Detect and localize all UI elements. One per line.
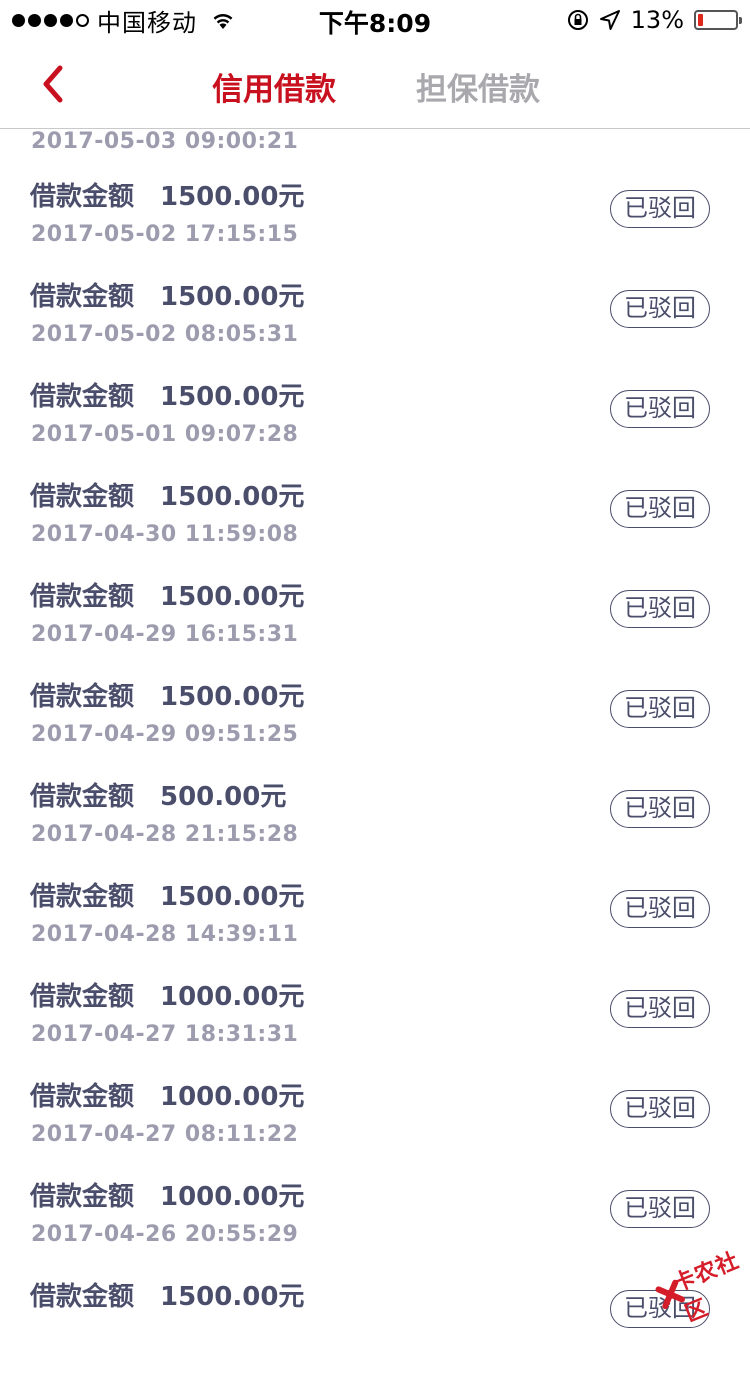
loan-amount-value: 500.00元 — [160, 782, 287, 812]
status-badge-rejected: 已驳回 — [610, 1190, 710, 1228]
loan-amount-label: 借款金额 — [30, 382, 135, 412]
loan-amount-value: 1500.00元 — [160, 582, 305, 612]
loan-amount-value: 1500.00元 — [160, 282, 305, 312]
loan-amount-value: 1500.00元 — [160, 182, 305, 212]
loan-amount-label: 借款金额 — [30, 182, 135, 212]
loan-record-date: 2017-04-30 11:59:08 — [31, 522, 299, 547]
status-badge-rejected: 已驳回 — [610, 290, 710, 328]
loan-amount-value: 1000.00元 — [160, 1082, 305, 1112]
loan-record-row[interactable]: 借款金额 1500.00元 2017-05-01 09:07:28 已驳回 — [0, 376, 750, 476]
loan-amount-label: 借款金额 — [30, 782, 135, 812]
status-badge-rejected: 已驳回 — [610, 690, 710, 728]
loan-record-date: 2017-04-29 09:51:25 — [31, 722, 299, 747]
status-bar: 中国移动 下午8:09 13% — [0, 0, 750, 40]
loan-amount-label: 借款金额 — [30, 1082, 135, 1112]
status-badge-rejected: 已驳回 — [610, 990, 710, 1028]
loan-amount-value: 1500.00元 — [160, 482, 305, 512]
loan-amount-value: 1500.00元 — [160, 682, 305, 712]
loan-record-date: 2017-04-28 21:15:28 — [31, 822, 299, 847]
loan-record-row[interactable]: 借款金额 500.00元 2017-04-28 21:15:28 已驳回 — [0, 776, 750, 876]
partial-record-date: 2017-05-03 09:00:21 — [31, 129, 299, 154]
loan-amount-value: 1500.00元 — [160, 1282, 305, 1312]
orientation-lock-icon — [567, 10, 588, 30]
loan-amount-value: 1000.00元 — [160, 1182, 305, 1212]
loan-record-date: 2017-04-27 08:11:22 — [31, 1122, 299, 1147]
battery-level-fill — [698, 14, 703, 26]
loan-amount-label: 借款金额 — [30, 582, 135, 612]
status-badge-rejected: 已驳回 — [610, 790, 710, 828]
loan-amount-label: 借款金额 — [30, 282, 135, 312]
loan-record-row[interactable]: 借款金额 1000.00元 2017-04-27 08:11:22 已驳回 — [0, 1076, 750, 1176]
back-chevron-icon[interactable] — [36, 62, 72, 106]
loan-record-row[interactable]: 借款金额 1500.00元 2017-04-30 11:59:08 已驳回 — [0, 476, 750, 576]
tab-credit-loan[interactable]: 信用借款 — [212, 64, 336, 109]
battery-icon — [694, 10, 742, 30]
loan-record-date: 2017-05-01 09:07:28 — [31, 422, 299, 447]
status-badge-rejected: 已驳回 — [610, 390, 710, 428]
tab-guaranteed-loan[interactable]: 担保借款 — [416, 64, 540, 109]
loan-amount-value: 1000.00元 — [160, 982, 305, 1012]
battery-percent: 13% — [630, 6, 684, 34]
loan-record-row[interactable]: 借款金额 1500.00元 2017-05-02 08:05:31 已驳回 — [0, 276, 750, 376]
loan-amount-value: 1500.00元 — [160, 882, 305, 912]
loan-record-date: 2017-04-27 18:31:31 — [31, 1022, 299, 1047]
status-right: 13% — [567, 6, 742, 34]
location-arrow-icon — [599, 10, 620, 30]
loan-amount-label: 借款金额 — [30, 982, 135, 1012]
loan-record-row[interactable]: 借款金额 1500.00元 2017-04-29 16:15:31 已驳回 — [0, 576, 750, 676]
loan-record-row[interactable]: 借款金额 1500.00元 已驳回 — [0, 1276, 750, 1376]
loan-record-date: 2017-04-29 16:15:31 — [31, 622, 299, 647]
loan-record-row[interactable]: 借款金额 1500.00元 2017-04-29 09:51:25 已驳回 — [0, 676, 750, 776]
status-badge-rejected: 已驳回 — [610, 590, 710, 628]
loan-record-row[interactable]: 借款金额 1000.00元 2017-04-27 18:31:31 已驳回 — [0, 976, 750, 1076]
loan-record-date: 2017-05-02 08:05:31 — [31, 322, 299, 347]
loan-amount-label: 借款金额 — [30, 1282, 135, 1312]
loan-record-row[interactable]: 借款金额 1500.00元 2017-04-28 14:39:11 已驳回 — [0, 876, 750, 976]
loan-record-row[interactable]: 借款金额 1500.00元 2017-05-02 17:15:15 已驳回 — [0, 176, 750, 276]
loan-record-date: 2017-04-28 14:39:11 — [31, 922, 299, 947]
status-badge-rejected: 已驳回 — [610, 1090, 710, 1128]
loan-amount-value: 1500.00元 — [160, 382, 305, 412]
loan-amount-label: 借款金额 — [30, 482, 135, 512]
loan-amount-label: 借款金额 — [30, 682, 135, 712]
status-badge-rejected: 已驳回 — [610, 190, 710, 228]
loan-record-date: 2017-04-26 20:55:29 — [31, 1222, 299, 1247]
status-badge-rejected: 已驳回 — [610, 490, 710, 528]
loan-amount-label: 借款金额 — [30, 1182, 135, 1212]
nav-bar: 信用借款 担保借款 — [0, 40, 750, 129]
loan-record-date: 2017-05-02 17:15:15 — [31, 222, 299, 247]
loan-amount-label: 借款金额 — [30, 882, 135, 912]
status-badge-rejected: 已驳回 — [610, 890, 710, 928]
